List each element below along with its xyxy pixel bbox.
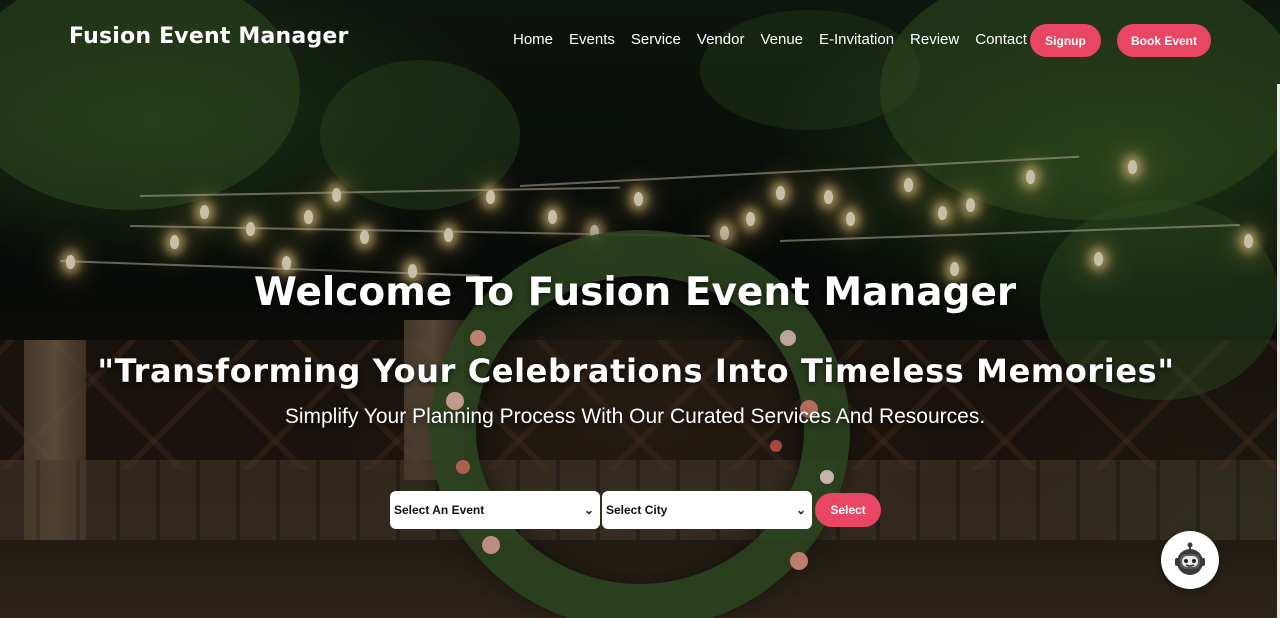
signup-button[interactable]: Signup [1030, 24, 1101, 57]
book-event-button[interactable]: Book Event [1117, 24, 1211, 57]
chevron-down-icon: ⌄ [795, 503, 806, 517]
nav-link-venue[interactable]: Venue [760, 31, 803, 48]
event-select[interactable]: Select An Event ⌄ [390, 491, 600, 529]
nav-link-contact[interactable]: Contact [975, 31, 1027, 48]
event-select-value: Select An Event [394, 503, 485, 517]
nav-link-service[interactable]: Service [631, 31, 681, 48]
brand-logo-text[interactable]: Fusion Event Manager [69, 24, 349, 49]
nav-links: Home Events Service Vendor Venue E-Invit… [513, 31, 1043, 48]
nav-link-e-invitation[interactable]: E-Invitation [819, 31, 894, 48]
city-select-value: Select City [606, 503, 668, 517]
chevron-down-icon: ⌄ [583, 503, 594, 517]
select-submit-button[interactable]: Select [815, 493, 881, 527]
nav-link-review[interactable]: Review [910, 31, 959, 48]
hero-tagline: Simplify Your Planning Process With Our … [284, 405, 986, 428]
nav-link-vendor[interactable]: Vendor [697, 31, 745, 48]
nav-link-home[interactable]: Home [513, 31, 553, 48]
top-navbar: Fusion Event Manager Home Events Service… [0, 0, 1280, 82]
hero-subtitle: "Transforming Your Celebrations Into Tim… [97, 352, 1175, 390]
chatbot-button[interactable] [1161, 531, 1219, 589]
nav-link-events[interactable]: Events [569, 31, 615, 48]
city-select[interactable]: Select City ⌄ [602, 491, 812, 529]
hero-title: Welcome To Fusion Event Manager [253, 270, 1017, 315]
robot-icon [1175, 542, 1205, 575]
